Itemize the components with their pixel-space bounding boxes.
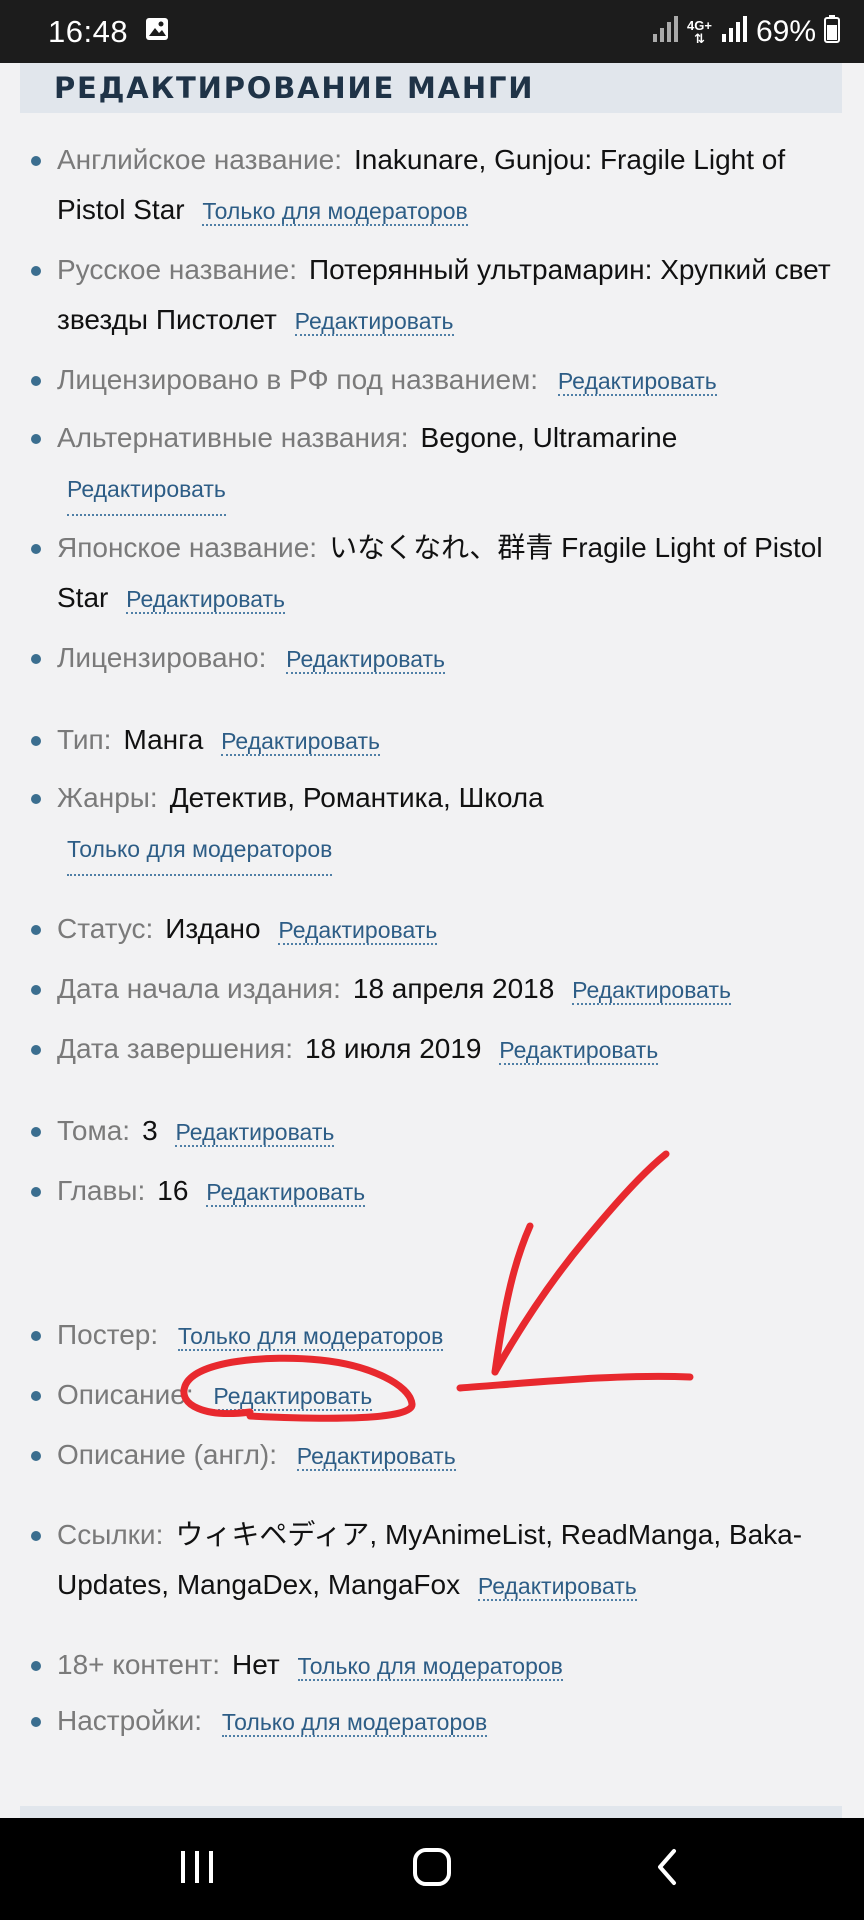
- field-chapters: Главы: 16 Редактировать: [0, 1166, 864, 1217]
- edit-link[interactable]: Редактировать: [221, 728, 380, 756]
- field-adult-content: 18+ контент: Нет Только для модераторов: [0, 1640, 864, 1691]
- field-english-title: Английское название: Inakunare, Gunjou: F…: [0, 135, 864, 236]
- moderators-only-link[interactable]: Только для модераторов: [221, 1709, 488, 1737]
- field-value: Begone, Ultramarine: [420, 422, 678, 453]
- field-licensed-ru-title: Лицензировано в РФ под названием: Редакт…: [0, 355, 864, 406]
- network-label: 4G+: [687, 17, 712, 33]
- edit-link[interactable]: Редактировать: [206, 1179, 366, 1207]
- field-russian-title: Русское название: Потерянный ультрамарин:…: [0, 245, 864, 346]
- field-label: Главы:: [57, 1175, 146, 1206]
- field-label: 18+ контент:: [57, 1649, 221, 1680]
- field-label: Лицензировано в РФ под названием:: [57, 364, 539, 395]
- moderators-only-link[interactable]: Только для модераторов: [202, 198, 468, 226]
- field-label: Описание (англ):: [57, 1439, 278, 1470]
- field-japanese-title: Японское название: いなくなれ、群青 Fragile Light…: [0, 523, 864, 624]
- status-time: 16:48: [48, 13, 129, 49]
- edit-link[interactable]: Редактировать: [67, 464, 226, 516]
- field-label: Тома:: [57, 1115, 131, 1146]
- field-value: Детектив, Романтика, Школа: [169, 782, 544, 813]
- field-description-en: Описание (англ): Редактировать: [0, 1430, 864, 1481]
- gallery-notification-icon: [144, 16, 170, 47]
- field-value: 3: [142, 1115, 158, 1146]
- battery-percent: 69%: [755, 14, 816, 48]
- battery-icon: [824, 15, 840, 48]
- field-status: Статус: Издано Редактировать: [0, 904, 864, 955]
- network-type: 4G+ ⇅: [687, 17, 712, 46]
- page-title: РЕДАКТИРОВАНИЕ МАНГИ: [54, 71, 535, 105]
- status-left: 16:48: [48, 14, 170, 50]
- field-label: Дата завершения:: [57, 1033, 293, 1064]
- field-label: Ссылки:: [57, 1519, 164, 1550]
- edit-link[interactable]: Редактировать: [296, 1443, 456, 1471]
- field-label: Настройки:: [57, 1705, 203, 1736]
- edit-description-link[interactable]: Редактировать: [213, 1383, 373, 1411]
- field-genres: Жанры: Детектив, Романтика, Школа Только …: [0, 773, 864, 876]
- field-value: Издано: [165, 913, 261, 944]
- field-label: Статус:: [57, 913, 154, 944]
- field-licensed: Лицензировано: Редактировать: [0, 633, 864, 684]
- edit-link[interactable]: Редактировать: [286, 646, 446, 674]
- moderators-only-link[interactable]: Только для модераторов: [297, 1653, 563, 1681]
- field-value: ウィキペディア, MyAnimeList, ReadManga, Baka-Up…: [57, 1519, 803, 1600]
- field-value: 18 июля 2019: [304, 1033, 482, 1064]
- edit-link[interactable]: Редактировать: [557, 368, 717, 396]
- edit-link[interactable]: Редактировать: [175, 1119, 335, 1147]
- status-bar: 16:48 4G+ ⇅ 69%: [0, 0, 864, 63]
- system-nav-bar: [0, 1818, 864, 1920]
- field-value: Манга: [123, 724, 204, 755]
- back-button[interactable]: [627, 1829, 707, 1909]
- field-value: Нет: [232, 1649, 280, 1680]
- section-divider: [20, 1806, 842, 1818]
- edit-link[interactable]: Редактировать: [278, 917, 438, 945]
- edit-link[interactable]: Редактировать: [294, 308, 454, 336]
- home-button[interactable]: [392, 1829, 472, 1909]
- field-value: 16: [157, 1175, 189, 1206]
- field-label: Жанры:: [57, 782, 158, 813]
- field-label: Японское название:: [57, 532, 318, 563]
- field-alternative-titles: Альтернативные названия: Begone, Ultramar…: [0, 413, 864, 516]
- moderators-only-link[interactable]: Только для модераторов: [67, 824, 333, 876]
- field-end-date: Дата завершения: 18 июля 2019 Редактирова…: [0, 1024, 864, 1075]
- field-label: Альтернативные названия:: [57, 422, 409, 453]
- field-label: Тип:: [57, 724, 112, 755]
- field-start-date: Дата начала издания: 18 апреля 2018 Редак…: [0, 964, 864, 1015]
- field-poster: Постер: Только для модераторов: [0, 1310, 864, 1361]
- status-right: 4G+ ⇅ 69%: [651, 14, 840, 49]
- field-settings: Настройки: Только для модераторов: [0, 1696, 864, 1747]
- field-value: 18 апреля 2018: [352, 973, 555, 1004]
- field-label: Описание:: [57, 1379, 194, 1410]
- back-icon: [652, 1847, 682, 1892]
- recent-apps-icon: [177, 1847, 217, 1892]
- home-icon: [411, 1846, 453, 1893]
- signal-icon: [651, 14, 679, 49]
- field-volumes: Тома: 3 Редактировать: [0, 1106, 864, 1157]
- edit-link[interactable]: Редактировать: [126, 586, 286, 614]
- field-description: Описание: Редактировать: [0, 1370, 864, 1421]
- field-label: Русское название:: [57, 254, 297, 285]
- field-type: Тип: Манга Редактировать: [0, 715, 864, 766]
- section-header: РЕДАКТИРОВАНИЕ МАНГИ: [20, 63, 842, 113]
- signal-icon-2: [720, 14, 748, 49]
- field-label: Постер:: [57, 1319, 159, 1350]
- edit-link[interactable]: Редактировать: [477, 1573, 637, 1601]
- recent-apps-button[interactable]: [157, 1829, 237, 1909]
- edit-link[interactable]: Редактировать: [499, 1037, 659, 1065]
- edit-link[interactable]: Редактировать: [572, 977, 731, 1005]
- moderators-only-link[interactable]: Только для модераторов: [177, 1323, 444, 1351]
- field-links: Ссылки: ウィキペディア, MyAnimeList, ReadManga, …: [0, 1510, 864, 1611]
- field-label: Английское название:: [57, 144, 342, 175]
- field-label: Лицензировано:: [57, 642, 267, 673]
- field-label: Дата начала издания:: [57, 973, 341, 1004]
